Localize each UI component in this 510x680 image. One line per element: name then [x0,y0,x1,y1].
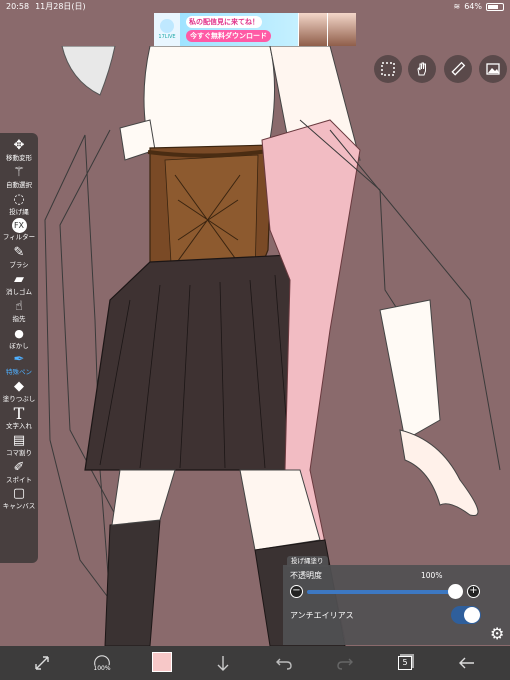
drawing-canvas[interactable] [0,46,510,646]
tool-frame-divider[interactable]: ▤ コマ割り [0,432,38,459]
opacity-slider[interactable] [307,590,462,594]
tool-label: 指先 [12,314,26,323]
tool-label: スポイト [6,475,32,484]
tool-fill[interactable]: ◆ 塗りつぶし [0,378,38,405]
ad-banner[interactable]: 17LIVE 私の配信見に来てね！ 今すぐ無料ダウンロード [154,13,356,46]
antialias-toggle[interactable] [451,606,481,624]
tool-canvas[interactable]: ▢ キャンバス [0,485,38,512]
tool-label: フィルター [2,233,36,242]
status-time: 20:58 [6,2,30,11]
gear-icon[interactable]: ⚙ [490,624,504,643]
eraser-icon: ▰ [14,271,24,287]
tool-label: 投げ縄 [9,207,29,216]
ad-headline: 私の配信見に来てね！ [186,16,262,28]
ad-logo: 17LIVE [154,13,180,46]
brush-icon: ✎ [13,245,25,261]
left-toolbar: ✥ 移動変形 ⚚ 自動選択 ◌ 投げ縄 FX フィルター ✎ ブラシ ▰ 消しゴ… [0,133,38,563]
opacity-minus-button[interactable]: − [290,585,303,598]
redo-icon[interactable] [336,654,354,672]
filter-fx-icon: FX [11,218,27,234]
tool-move[interactable]: ✥ 移動変形 [0,137,38,164]
tool-label: 自動選択 [6,180,32,189]
brush-size-label: 100% [93,665,111,672]
opacity-plus-button[interactable]: + [467,585,480,598]
undo-icon[interactable] [275,654,293,672]
layers-icon: 5 [398,656,412,670]
tool-text[interactable]: T 文字入れ [0,403,38,432]
special-pen-icon: ✒ [13,352,25,368]
tool-blur[interactable]: ● ぼかし [0,325,38,352]
layers-button[interactable]: 5 [398,654,412,672]
frame-divider-icon: ▤ [12,432,26,448]
blur-drop-icon: ● [14,326,24,340]
tool-label: 文字入れ [6,421,32,430]
tool-auto-select[interactable]: ⚚ 自動選択 [0,164,38,191]
canvas-icon: ▢ [12,486,26,502]
opacity-slider-fill [307,590,462,594]
tool-label: 特殊ペン [6,368,32,377]
brush-size-button[interactable]: 100% [92,654,112,672]
selection-icon[interactable] [374,55,402,83]
color-swatch [152,652,172,672]
opacity-label: 不透明度 [290,571,322,580]
wifi-icon: ≋ [453,2,461,11]
back-arrow-icon[interactable] [458,654,476,672]
bottom-toolbar: 100% 5 [0,646,510,680]
character-illustration [44,46,501,646]
ad-brand: 17LIVE [158,34,176,40]
opacity-slider-knob[interactable] [447,584,463,599]
status-bar: 20:58 11月28日(日) ≋ 64% [0,0,510,13]
text-icon: T [13,403,25,423]
brush-settings-panel: 不透明度 100% − + アンチエイリアス [283,565,510,645]
tool-brush[interactable]: ✎ ブラシ [0,244,38,271]
ad-content: 私の配信見に来てね！ 今すぐ無料ダウンロード [180,13,298,46]
status-date: 11月28日(日) [35,2,86,11]
battery-percent: 64% [464,2,482,11]
tool-filter[interactable]: FX フィルター [0,217,38,244]
move-icon: ✥ [13,138,25,153]
tool-eraser[interactable]: ▰ 消しゴム [0,271,38,298]
tool-label: キャンバス [2,502,36,511]
down-arrow-icon[interactable] [215,654,231,672]
ruler-icon[interactable] [444,55,472,83]
image-icon[interactable] [479,55,507,83]
lasso-icon: ◌ [13,191,25,207]
tool-label: 移動変形 [6,154,32,162]
ad-cta[interactable]: 今すぐ無料ダウンロード [186,30,271,42]
antialias-label: アンチエイリアス [290,611,354,620]
color-button[interactable] [152,652,172,672]
tool-label: 塗りつぶし [2,395,36,404]
finger-icon: ☝ [15,298,23,314]
tool-label: ぼかし [9,341,29,350]
opacity-value: 100% [421,571,443,580]
transform-tool-icon[interactable] [33,654,51,672]
tool-special-pen[interactable]: ✒ 特殊ペン [0,351,38,378]
tool-label: ブラシ [9,261,29,270]
tool-lasso[interactable]: ◌ 投げ縄 [0,191,38,218]
hand-icon[interactable] [408,55,436,83]
tool-eyedropper[interactable]: ✐ スポイト [0,459,38,486]
magic-wand-icon: ⚚ [13,164,25,180]
ad-photos [298,13,356,46]
battery-icon [486,2,504,11]
tool-label: コマ割り [6,448,32,457]
eyedropper-icon: ✐ [13,459,25,475]
fill-bucket-icon: ◆ [14,379,24,395]
tool-label: 消しゴム [6,287,32,296]
status-right: ≋ 64% [454,2,504,11]
tool-finger[interactable]: ☝ 指先 [0,298,38,325]
